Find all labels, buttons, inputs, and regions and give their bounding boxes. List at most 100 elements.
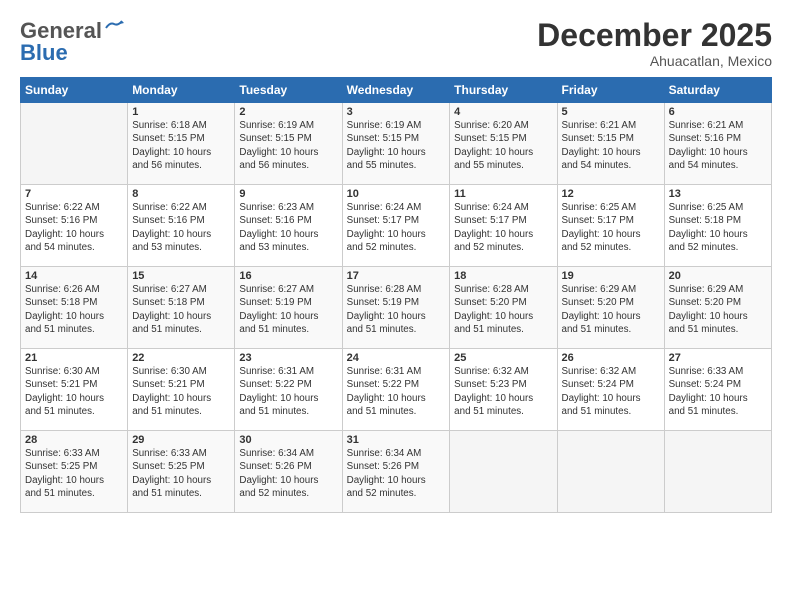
calendar-cell: 26Sunrise: 6:32 AMSunset: 5:24 PMDayligh… (557, 349, 664, 431)
day-info: Sunrise: 6:25 AMSunset: 5:17 PMDaylight:… (562, 201, 660, 254)
logo: General Blue (20, 18, 124, 66)
calendar-cell: 25Sunrise: 6:32 AMSunset: 5:23 PMDayligh… (450, 349, 557, 431)
calendar-cell: 3Sunrise: 6:19 AMSunset: 5:15 PMDaylight… (342, 103, 450, 185)
calendar-cell (21, 103, 128, 185)
calendar-cell: 4Sunrise: 6:20 AMSunset: 5:15 PMDaylight… (450, 103, 557, 185)
day-info: Sunrise: 6:30 AMSunset: 5:21 PMDaylight:… (132, 365, 230, 418)
calendar-cell: 10Sunrise: 6:24 AMSunset: 5:17 PMDayligh… (342, 185, 450, 267)
day-info: Sunrise: 6:33 AMSunset: 5:25 PMDaylight:… (25, 447, 123, 500)
day-info: Sunrise: 6:19 AMSunset: 5:15 PMDaylight:… (239, 119, 337, 172)
day-info: Sunrise: 6:28 AMSunset: 5:19 PMDaylight:… (347, 283, 446, 336)
day-number: 19 (562, 270, 660, 282)
day-number: 29 (132, 434, 230, 446)
day-number: 12 (562, 188, 660, 200)
calendar-cell: 14Sunrise: 6:26 AMSunset: 5:18 PMDayligh… (21, 267, 128, 349)
day-number: 28 (25, 434, 123, 446)
calendar-cell (557, 431, 664, 513)
calendar-cell: 1Sunrise: 6:18 AMSunset: 5:15 PMDaylight… (128, 103, 235, 185)
day-number: 5 (562, 106, 660, 118)
page: General Blue December 2025 Ahuacatlan, M… (0, 0, 792, 612)
col-saturday: Saturday (664, 78, 771, 103)
day-info: Sunrise: 6:24 AMSunset: 5:17 PMDaylight:… (454, 201, 552, 254)
calendar-cell: 21Sunrise: 6:30 AMSunset: 5:21 PMDayligh… (21, 349, 128, 431)
day-number: 3 (347, 106, 446, 118)
day-number: 17 (347, 270, 446, 282)
col-sunday: Sunday (21, 78, 128, 103)
calendar-cell: 18Sunrise: 6:28 AMSunset: 5:20 PMDayligh… (450, 267, 557, 349)
location-subtitle: Ahuacatlan, Mexico (537, 53, 772, 69)
day-number: 18 (454, 270, 552, 282)
calendar-cell: 5Sunrise: 6:21 AMSunset: 5:15 PMDaylight… (557, 103, 664, 185)
calendar-body: 1Sunrise: 6:18 AMSunset: 5:15 PMDaylight… (21, 103, 772, 513)
calendar-cell: 30Sunrise: 6:34 AMSunset: 5:26 PMDayligh… (235, 431, 342, 513)
day-info: Sunrise: 6:29 AMSunset: 5:20 PMDaylight:… (669, 283, 767, 336)
day-number: 15 (132, 270, 230, 282)
day-info: Sunrise: 6:32 AMSunset: 5:23 PMDaylight:… (454, 365, 552, 418)
day-info: Sunrise: 6:31 AMSunset: 5:22 PMDaylight:… (239, 365, 337, 418)
calendar-cell: 12Sunrise: 6:25 AMSunset: 5:17 PMDayligh… (557, 185, 664, 267)
day-info: Sunrise: 6:32 AMSunset: 5:24 PMDaylight:… (562, 365, 660, 418)
day-number: 20 (669, 270, 767, 282)
calendar-cell: 24Sunrise: 6:31 AMSunset: 5:22 PMDayligh… (342, 349, 450, 431)
day-info: Sunrise: 6:20 AMSunset: 5:15 PMDaylight:… (454, 119, 552, 172)
calendar-week-2: 7Sunrise: 6:22 AMSunset: 5:16 PMDaylight… (21, 185, 772, 267)
calendar-cell: 7Sunrise: 6:22 AMSunset: 5:16 PMDaylight… (21, 185, 128, 267)
day-info: Sunrise: 6:24 AMSunset: 5:17 PMDaylight:… (347, 201, 446, 254)
day-info: Sunrise: 6:23 AMSunset: 5:16 PMDaylight:… (239, 201, 337, 254)
day-info: Sunrise: 6:33 AMSunset: 5:24 PMDaylight:… (669, 365, 767, 418)
calendar-cell: 23Sunrise: 6:31 AMSunset: 5:22 PMDayligh… (235, 349, 342, 431)
col-friday: Friday (557, 78, 664, 103)
col-wednesday: Wednesday (342, 78, 450, 103)
day-info: Sunrise: 6:19 AMSunset: 5:15 PMDaylight:… (347, 119, 446, 172)
calendar-cell: 19Sunrise: 6:29 AMSunset: 5:20 PMDayligh… (557, 267, 664, 349)
day-number: 27 (669, 352, 767, 364)
day-number: 1 (132, 106, 230, 118)
calendar-week-4: 21Sunrise: 6:30 AMSunset: 5:21 PMDayligh… (21, 349, 772, 431)
calendar-cell: 20Sunrise: 6:29 AMSunset: 5:20 PMDayligh… (664, 267, 771, 349)
day-info: Sunrise: 6:18 AMSunset: 5:15 PMDaylight:… (132, 119, 230, 172)
calendar-cell: 2Sunrise: 6:19 AMSunset: 5:15 PMDaylight… (235, 103, 342, 185)
day-number: 13 (669, 188, 767, 200)
day-info: Sunrise: 6:34 AMSunset: 5:26 PMDaylight:… (239, 447, 337, 500)
logo-bird-icon (104, 20, 124, 34)
day-number: 24 (347, 352, 446, 364)
day-info: Sunrise: 6:34 AMSunset: 5:26 PMDaylight:… (347, 447, 446, 500)
day-number: 25 (454, 352, 552, 364)
day-info: Sunrise: 6:22 AMSunset: 5:16 PMDaylight:… (25, 201, 123, 254)
day-info: Sunrise: 6:25 AMSunset: 5:18 PMDaylight:… (669, 201, 767, 254)
day-number: 11 (454, 188, 552, 200)
day-number: 26 (562, 352, 660, 364)
day-info: Sunrise: 6:22 AMSunset: 5:16 PMDaylight:… (132, 201, 230, 254)
calendar-cell: 31Sunrise: 6:34 AMSunset: 5:26 PMDayligh… (342, 431, 450, 513)
calendar-cell: 11Sunrise: 6:24 AMSunset: 5:17 PMDayligh… (450, 185, 557, 267)
day-number: 2 (239, 106, 337, 118)
day-info: Sunrise: 6:31 AMSunset: 5:22 PMDaylight:… (347, 365, 446, 418)
calendar-cell: 27Sunrise: 6:33 AMSunset: 5:24 PMDayligh… (664, 349, 771, 431)
calendar-cell: 15Sunrise: 6:27 AMSunset: 5:18 PMDayligh… (128, 267, 235, 349)
day-number: 9 (239, 188, 337, 200)
calendar-cell: 28Sunrise: 6:33 AMSunset: 5:25 PMDayligh… (21, 431, 128, 513)
calendar-cell: 17Sunrise: 6:28 AMSunset: 5:19 PMDayligh… (342, 267, 450, 349)
col-monday: Monday (128, 78, 235, 103)
day-number: 16 (239, 270, 337, 282)
day-info: Sunrise: 6:26 AMSunset: 5:18 PMDaylight:… (25, 283, 123, 336)
calendar-cell: 16Sunrise: 6:27 AMSunset: 5:19 PMDayligh… (235, 267, 342, 349)
day-number: 30 (239, 434, 337, 446)
day-number: 10 (347, 188, 446, 200)
col-thursday: Thursday (450, 78, 557, 103)
day-info: Sunrise: 6:21 AMSunset: 5:16 PMDaylight:… (669, 119, 767, 172)
day-number: 7 (25, 188, 123, 200)
day-number: 22 (132, 352, 230, 364)
day-info: Sunrise: 6:21 AMSunset: 5:15 PMDaylight:… (562, 119, 660, 172)
day-number: 6 (669, 106, 767, 118)
calendar-table: Sunday Monday Tuesday Wednesday Thursday… (20, 77, 772, 513)
calendar-cell (664, 431, 771, 513)
day-info: Sunrise: 6:29 AMSunset: 5:20 PMDaylight:… (562, 283, 660, 336)
calendar-cell: 22Sunrise: 6:30 AMSunset: 5:21 PMDayligh… (128, 349, 235, 431)
day-number: 14 (25, 270, 123, 282)
title-block: December 2025 Ahuacatlan, Mexico (537, 18, 772, 69)
calendar-cell: 6Sunrise: 6:21 AMSunset: 5:16 PMDaylight… (664, 103, 771, 185)
calendar-cell: 29Sunrise: 6:33 AMSunset: 5:25 PMDayligh… (128, 431, 235, 513)
month-title: December 2025 (537, 18, 772, 53)
calendar-week-3: 14Sunrise: 6:26 AMSunset: 5:18 PMDayligh… (21, 267, 772, 349)
